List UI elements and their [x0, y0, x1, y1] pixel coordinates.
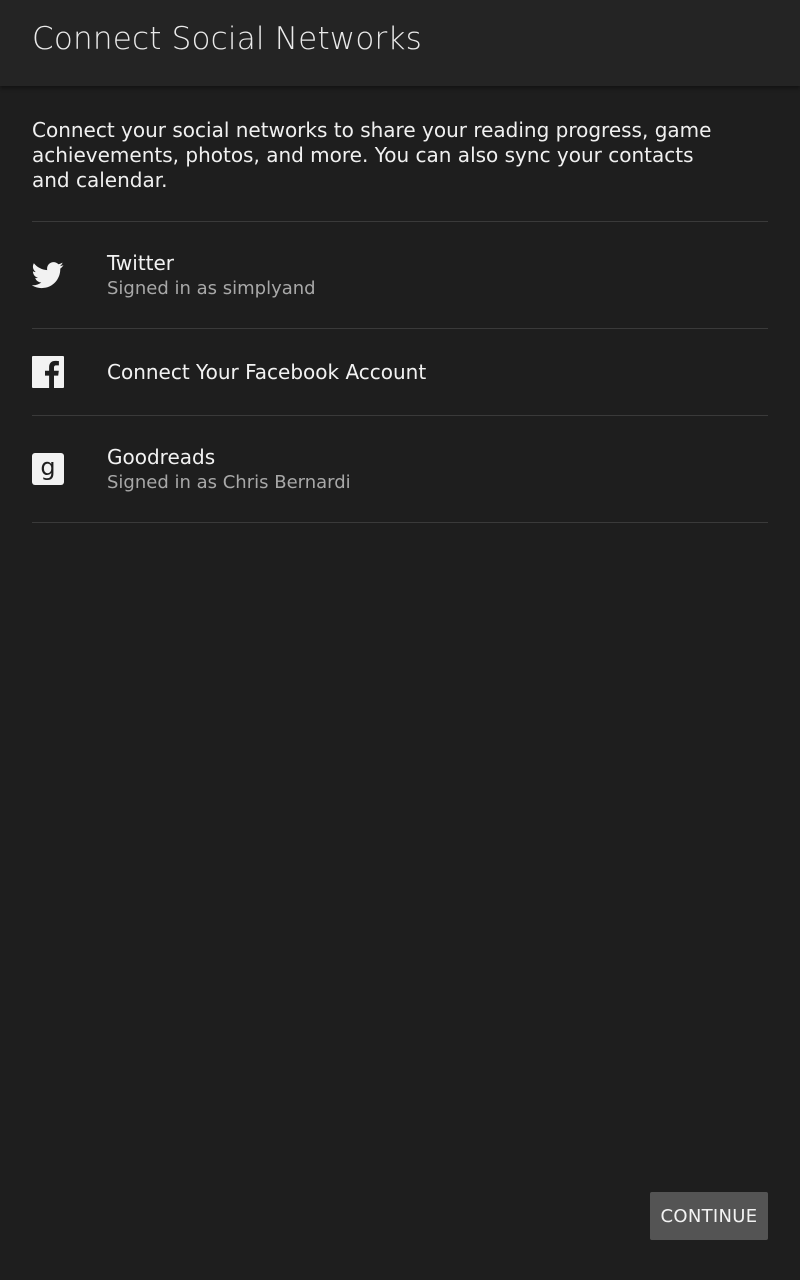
network-row-facebook[interactable]: Connect Your Facebook Account — [0, 329, 800, 415]
intro-text: Connect your social networks to share yo… — [32, 118, 712, 192]
page-title: Connect Social Networks — [32, 21, 422, 57]
twitter-icon — [31, 259, 64, 291]
network-status: Signed in as Chris Bernardi — [107, 472, 351, 493]
network-row-goodreads[interactable]: g Goodreads Signed in as Chris Bernardi — [0, 416, 800, 522]
network-status: Signed in as simplyand — [107, 278, 316, 299]
network-title: Connect Your Facebook Account — [107, 360, 427, 384]
divider — [32, 522, 768, 523]
network-title: Goodreads — [107, 445, 216, 469]
facebook-icon — [32, 356, 64, 388]
continue-button[interactable]: CONTINUE — [650, 1192, 768, 1240]
goodreads-icon: g — [32, 453, 64, 485]
app-header: Connect Social Networks — [0, 0, 800, 86]
network-title: Twitter — [107, 251, 175, 275]
network-row-twitter[interactable]: Twitter Signed in as simplyand — [0, 222, 800, 328]
svg-text:g: g — [40, 453, 55, 481]
